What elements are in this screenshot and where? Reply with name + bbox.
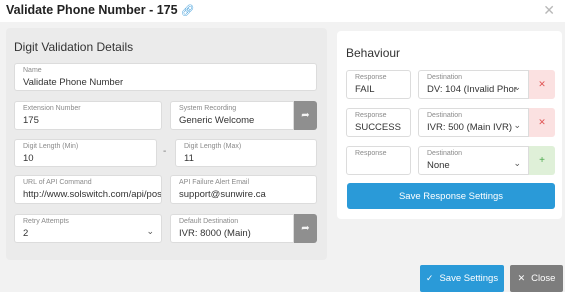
page-title: Validate Phone Number - 175 🔗︎ bbox=[6, 3, 195, 17]
destination-label: Destination bbox=[427, 150, 463, 157]
send-icon: ➦ bbox=[301, 223, 310, 234]
response-value: SUCCESS bbox=[355, 122, 401, 133]
close-icon: ✕ bbox=[517, 273, 526, 283]
digit-length-max-value: 11 bbox=[184, 153, 194, 164]
save-response-settings-button[interactable]: Save Response Settings bbox=[347, 183, 555, 209]
send-icon: ➦ bbox=[301, 110, 310, 121]
close-icon[interactable]: ✕ bbox=[543, 2, 555, 19]
digit-validation-title: Digit Validation Details bbox=[14, 40, 134, 54]
retry-attempts-label: Retry Attempts bbox=[23, 218, 69, 225]
name-label: Name bbox=[23, 67, 42, 74]
destination-value: IVR: 500 (Main IVR) bbox=[427, 122, 512, 133]
default-destination-value: IVR: 8000 (Main) bbox=[179, 228, 251, 239]
page-title-text: Validate Phone Number - 175 bbox=[6, 3, 178, 17]
name-value: Validate Phone Number bbox=[23, 77, 124, 88]
destination-select[interactable]: Destination None ⌄ bbox=[418, 146, 529, 175]
retry-attempts-value: 2 bbox=[23, 228, 29, 239]
destination-select[interactable]: Destination IVR: 500 (Main IVR) ⌄ bbox=[418, 108, 529, 137]
chevron-down-icon: ⌄ bbox=[513, 120, 521, 130]
destination-label: Destination bbox=[427, 112, 463, 119]
api-failure-email-value: support@sunwire.ca bbox=[179, 189, 266, 200]
response-field[interactable]: Response FAIL bbox=[346, 70, 411, 99]
chevron-down-icon: ⌄ bbox=[513, 82, 521, 92]
response-label: Response bbox=[355, 74, 387, 81]
chevron-down-icon: ⌄ bbox=[513, 158, 521, 168]
plus-icon: + bbox=[539, 155, 545, 166]
destination-value: None bbox=[427, 160, 450, 171]
save-settings-label: Save Settings bbox=[439, 273, 499, 284]
retry-attempts-select[interactable]: Retry Attempts 2 ⌄ bbox=[14, 214, 162, 243]
response-label: Response bbox=[355, 112, 387, 119]
destination-label: Destination bbox=[427, 74, 463, 81]
response-field[interactable]: Response bbox=[346, 146, 411, 175]
digit-length-max-label: Digit Length (Max) bbox=[184, 143, 242, 150]
edit-destination-button[interactable]: ➦ bbox=[294, 214, 317, 243]
system-recording-field[interactable]: System Recording Generic Welcome bbox=[170, 101, 294, 130]
api-url-field[interactable]: URL of API Command http://www.solswitch.… bbox=[14, 175, 162, 204]
digit-length-min-field[interactable]: Digit Length (Min) 10 bbox=[14, 139, 157, 167]
close-icon: ✕ bbox=[538, 79, 546, 89]
link-icon[interactable]: 🔗︎ bbox=[181, 5, 195, 17]
api-url-value: http://www.solswitch.com/api/pos bbox=[23, 189, 162, 200]
digit-length-max-field[interactable]: Digit Length (Max) 11 bbox=[175, 139, 317, 167]
api-failure-email-label: API Failure Alert Email bbox=[179, 179, 250, 186]
close-icon: ✕ bbox=[538, 117, 546, 127]
remove-response-button[interactable]: ✕ bbox=[529, 108, 555, 137]
extension-number-label: Extension Number bbox=[23, 105, 81, 112]
system-recording-value: Generic Welcome bbox=[179, 115, 255, 126]
close-label: Close bbox=[531, 273, 556, 284]
destination-select[interactable]: Destination DV: 104 (Invalid Phor ⌄ bbox=[418, 70, 529, 99]
extension-number-value: 175 bbox=[23, 115, 39, 126]
response-value: FAIL bbox=[355, 84, 375, 95]
default-destination-label: Default Destination bbox=[179, 218, 239, 225]
remove-response-button[interactable]: ✕ bbox=[529, 70, 555, 99]
play-recording-button[interactable]: ➦ bbox=[294, 101, 317, 130]
behaviour-title: Behaviour bbox=[346, 46, 401, 60]
chevron-down-icon: ⌄ bbox=[146, 226, 154, 236]
digit-length-separator: - bbox=[163, 146, 167, 157]
extension-number-field[interactable]: Extension Number 175 bbox=[14, 101, 162, 130]
default-destination-field[interactable]: Default Destination IVR: 8000 (Main) bbox=[170, 214, 294, 243]
response-field[interactable]: Response SUCCESS bbox=[346, 108, 411, 137]
system-recording-label: System Recording bbox=[179, 105, 237, 112]
response-label: Response bbox=[355, 150, 387, 157]
check-icon: ✓ bbox=[425, 273, 434, 283]
digit-length-min-label: Digit Length (Min) bbox=[23, 143, 79, 150]
api-url-label: URL of API Command bbox=[23, 179, 92, 186]
modal-header: Validate Phone Number - 175 🔗︎ ✕ bbox=[0, 0, 565, 22]
destination-value: DV: 104 (Invalid Phor bbox=[427, 84, 517, 95]
api-failure-email-field[interactable]: API Failure Alert Email support@sunwire.… bbox=[170, 175, 317, 204]
save-settings-button[interactable]: ✓ Save Settings bbox=[420, 265, 504, 292]
digit-length-min-value: 10 bbox=[23, 153, 34, 164]
name-field[interactable]: Name Validate Phone Number bbox=[14, 63, 317, 91]
add-response-button[interactable]: + bbox=[529, 146, 555, 175]
close-button[interactable]: ✕ Close bbox=[510, 265, 563, 292]
